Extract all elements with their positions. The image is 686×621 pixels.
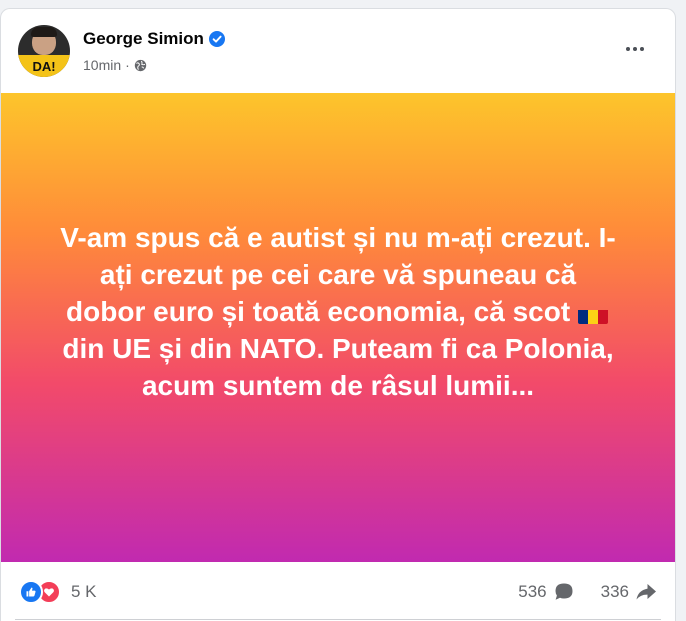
post-text-part1: V-am spus că e autist și nu m-ați crezut… — [60, 222, 616, 327]
shares-count[interactable]: 336 — [601, 582, 629, 602]
post-background[interactable]: V-am spus că e autist și nu m-ați crezut… — [1, 93, 675, 562]
more-dot — [640, 47, 644, 51]
more-dot — [633, 47, 637, 51]
post-text-part2: din UE și din NATO. Puteam fi ca Polonia… — [62, 333, 614, 401]
engagement-stats: 536 336 — [518, 582, 657, 602]
reactions-summary[interactable]: 5 K — [19, 580, 97, 604]
share-icon[interactable] — [635, 582, 657, 602]
post-timestamp[interactable]: 10min — [83, 57, 121, 73]
flag-stripe-blue — [577, 310, 588, 324]
author-name[interactable]: George Simion — [83, 29, 204, 49]
like-icon — [19, 580, 43, 604]
comment-icon[interactable] — [553, 582, 575, 602]
more-options-icon[interactable] — [619, 39, 651, 59]
post-footer: 5 K 536 336 — [1, 562, 675, 620]
post-meta: 10min · — [83, 57, 147, 73]
more-dot — [626, 47, 630, 51]
avatar-hair — [31, 27, 57, 37]
post-card: DA! George Simion 10min · V-am spus că e… — [0, 8, 676, 621]
globe-icon[interactable] — [134, 59, 147, 72]
reactions-count: 5 K — [71, 582, 97, 601]
comments-count[interactable]: 536 — [518, 582, 546, 602]
romania-flag-icon — [577, 303, 608, 324]
author-row: George Simion — [83, 29, 225, 49]
avatar-banner-text: DA! — [32, 59, 56, 74]
flag-stripe-red — [597, 310, 608, 324]
avatar[interactable]: DA! — [18, 25, 70, 77]
verified-badge-icon — [208, 31, 225, 47]
post-header: DA! George Simion 10min · — [1, 9, 675, 93]
meta-separator: · — [125, 57, 130, 73]
post-text: V-am spus că e autist și nu m-ați crezut… — [58, 219, 618, 404]
footer-divider — [15, 619, 661, 620]
flag-stripe-yellow — [587, 310, 598, 324]
